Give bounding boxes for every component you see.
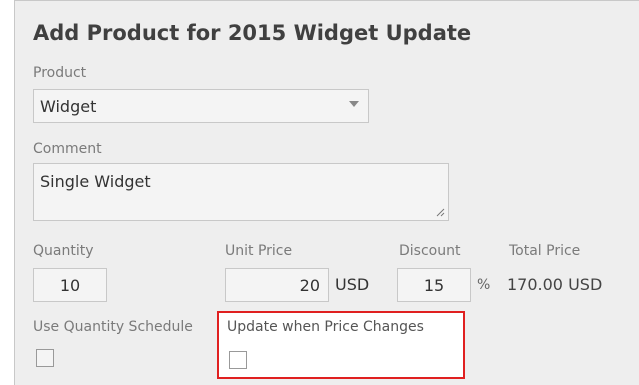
total-price-value: 170.00 USD bbox=[507, 275, 603, 294]
product-value: Widget bbox=[40, 97, 97, 116]
resize-handle-icon[interactable] bbox=[436, 208, 445, 217]
use-quantity-schedule-checkbox[interactable] bbox=[36, 349, 54, 367]
quantity-field[interactable]: 10 bbox=[33, 268, 107, 302]
chevron-down-icon bbox=[349, 101, 359, 107]
update-when-price-changes-checkbox[interactable] bbox=[229, 351, 247, 369]
update-when-price-changes-highlight: Update when Price Changes bbox=[217, 311, 465, 379]
product-label: Product bbox=[33, 65, 87, 81]
update-when-price-changes-label: Update when Price Changes bbox=[227, 319, 424, 335]
discount-field[interactable]: 15 bbox=[397, 268, 471, 302]
unit-price-label: Unit Price bbox=[225, 243, 293, 259]
comment-textarea[interactable]: Single Widget bbox=[33, 163, 449, 221]
total-price-label: Total Price bbox=[509, 243, 581, 259]
form-title: Add Product for 2015 Widget Update bbox=[33, 21, 472, 45]
use-quantity-schedule-label: Use Quantity Schedule bbox=[33, 319, 193, 335]
comment-value: Single Widget bbox=[40, 172, 151, 191]
discount-value: 15 bbox=[423, 276, 445, 295]
comment-label: Comment bbox=[33, 141, 102, 157]
unit-price-currency: USD bbox=[335, 275, 370, 294]
unit-price-value: 20 bbox=[299, 276, 320, 295]
discount-label: Discount bbox=[399, 243, 461, 259]
quantity-value: 10 bbox=[59, 276, 81, 295]
product-select[interactable]: Widget bbox=[33, 89, 369, 123]
add-product-form: Add Product for 2015 Widget Update Produ… bbox=[14, 0, 639, 385]
quantity-label: Quantity bbox=[33, 243, 94, 259]
discount-unit: % bbox=[477, 277, 491, 293]
unit-price-field[interactable]: 20 bbox=[225, 268, 329, 302]
